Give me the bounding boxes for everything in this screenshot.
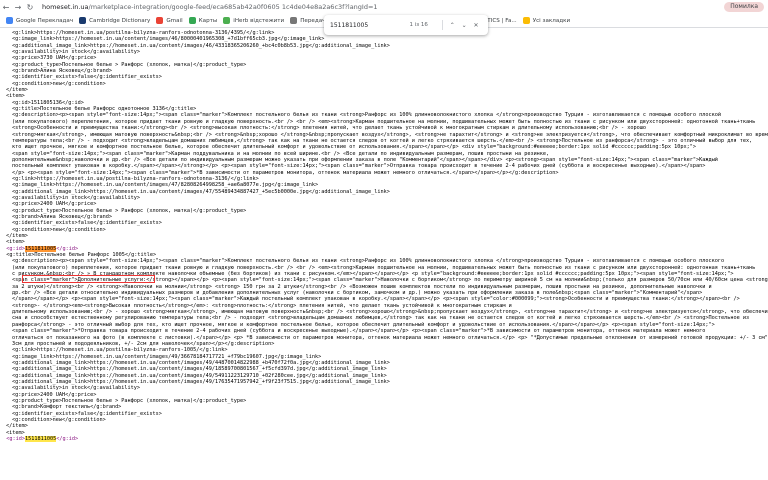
source-line: кто ищет прочное, мягкое и комфортное по… xyxy=(12,144,696,151)
bookmark-item[interactable]: Cambridge Dictionary xyxy=(79,17,150,24)
find-count: 1 із 16 xyxy=(409,22,428,28)
source-line: <g:description><p><span style="font-size… xyxy=(12,112,721,119)
id-close-tag-2: </g:id> xyxy=(56,436,79,442)
bookmark-favicon-icon xyxy=(188,17,196,24)
address-bar-row: ← → ↻ homeset.in.ua/marketplace-integrat… xyxy=(0,0,768,14)
source-line: </span></span></p> <p><span style="font-… xyxy=(12,296,740,303)
bookmark-label: iHerb відстежити xyxy=(233,17,285,24)
url-path: /marketplace-integration/google-feed/eca… xyxy=(88,3,378,11)
url-field[interactable]: homeset.in.ua/marketplace-integration/go… xyxy=(42,3,462,11)
id-close-tag: </g:id> xyxy=(56,245,79,252)
bookmark-label: Gmail xyxy=(166,17,183,24)
bookmark-favicon-icon xyxy=(522,17,530,24)
xml-source-view: <g:link>https://homeset.in.ua/postilna-b… xyxy=(0,30,768,480)
bookmark-favicon-icon xyxy=(6,17,13,24)
find-match-current: 1511811005 xyxy=(25,245,57,252)
url-host: homeset.in.ua xyxy=(42,3,89,11)
find-match: 1511811005 xyxy=(25,436,57,442)
find-previous-icon[interactable]: ⌃ xyxy=(446,22,458,29)
find-close-icon[interactable]: ✕ xyxy=(470,22,482,29)
forward-icon[interactable]: → xyxy=(12,3,24,12)
source-block-previous: <g:link>https://homeset.in.ua/postilna-b… xyxy=(0,30,768,246)
source-line: сна и способствует естественному регулир… xyxy=(12,315,750,322)
bookmark-item[interactable]: Google Перекладач xyxy=(6,17,73,24)
find-divider xyxy=(442,20,444,30)
bookmark-item[interactable]: iHerb відстежити xyxy=(223,17,284,24)
bookmark-label: Google Перекладач xyxy=(16,17,74,24)
source-line: <strong>мягкая</strong>, имеющая матовую… xyxy=(12,131,768,138)
find-next-icon[interactable]: ⌄ xyxy=(458,22,470,29)
bookmark-item[interactable]: Gmail xyxy=(156,17,183,24)
bookmark-label: Усі закладки xyxy=(532,17,571,24)
bookmark-item[interactable]: Усі закладки xyxy=(522,17,571,24)
profile-error-button[interactable]: Помилка xyxy=(724,2,764,12)
bookmark-favicon-icon xyxy=(290,17,298,24)
bookmark-favicon-icon xyxy=(223,17,231,24)
source-line: постельный комплект упакован в коробку.<… xyxy=(12,163,706,170)
id-open-tag: <g:id> xyxy=(6,245,25,252)
highlighted-title: <g:title>Постельное белье Ранфорс 1005</… xyxy=(6,252,157,259)
source-line: <g:description><p><span style="font-size… xyxy=(12,258,725,265)
id-open-tag-2: <g:id> xyxy=(6,436,25,442)
bookmark-label: Карты xyxy=(198,17,218,24)
source-block-next: <g:description><p><span style="font-size… xyxy=(0,258,768,436)
source-line: отличаться от показанного на фото (в ком… xyxy=(12,334,768,341)
reload-icon[interactable]: ↻ xyxy=(24,3,36,12)
bookmark-favicon-icon xyxy=(156,17,164,24)
title-highlight-box xyxy=(22,275,155,283)
bookmark-favicon-icon xyxy=(79,17,87,24)
find-input[interactable]: 1511811005 xyxy=(330,22,409,29)
bookmark-label: Cambridge Dictionary xyxy=(89,17,151,24)
back-icon[interactable]: ← xyxy=(0,3,12,12)
bookmark-item[interactable]: Карты xyxy=(188,17,218,24)
source-line-last-id: <g:id>1511811005</g:id> xyxy=(0,436,768,442)
source-line: <span class="marker">*Отправка товара пр… xyxy=(12,328,706,335)
